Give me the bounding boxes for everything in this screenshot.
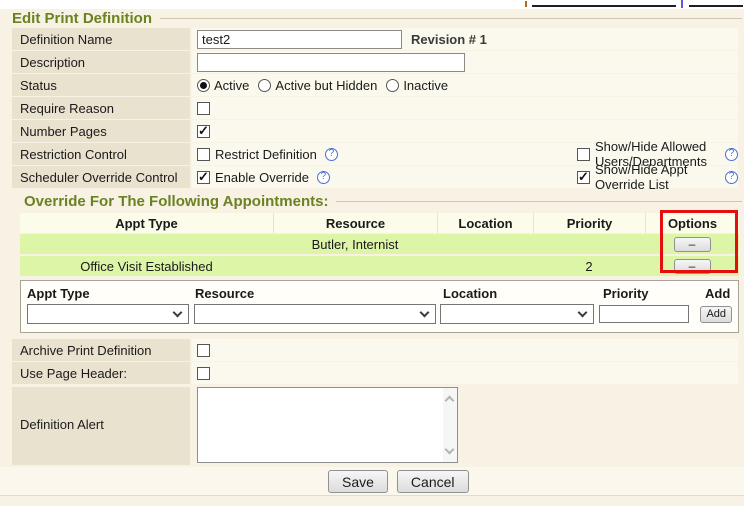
add-column-add: Add xyxy=(703,286,732,301)
add-table-controls: Add xyxy=(27,302,732,326)
status-option-label: Active but Hidden xyxy=(275,78,377,93)
cell-resource: Butler, Internist xyxy=(273,234,437,254)
status-radio-active-but-hidden[interactable] xyxy=(258,79,271,92)
cell-location xyxy=(437,234,533,254)
cut-off-link-2[interactable] xyxy=(689,5,743,7)
save-button[interactable]: Save xyxy=(328,470,388,493)
restriction-control-label: Restriction Control xyxy=(12,143,190,165)
archive-checkbox[interactable] xyxy=(197,344,210,357)
help-icon[interactable]: ? xyxy=(725,148,738,161)
description-label: Description xyxy=(12,51,190,73)
row-definition-name: Definition Name Revision # 1 xyxy=(12,28,738,50)
override-table-header: Appt Type Resource Location Priority Opt… xyxy=(20,213,739,233)
archive-label: Archive Print Definition xyxy=(12,339,190,361)
page-title-row: Edit Print Definition xyxy=(12,9,742,27)
form: Definition Name Revision # 1 Description… xyxy=(0,28,738,188)
scroll-down-icon[interactable] xyxy=(445,445,455,455)
status-option-label: Active xyxy=(214,78,249,93)
edit-print-definition-page: Edit Print Definition Definition Name Re… xyxy=(0,0,744,506)
description-input[interactable] xyxy=(197,53,465,72)
red-annotation-box xyxy=(660,210,738,273)
priority-input[interactable] xyxy=(599,305,689,323)
action-button-row: Save Cancel xyxy=(0,467,744,496)
column-header-location: Location xyxy=(437,213,533,233)
column-header-appt-type: Appt Type xyxy=(20,213,273,233)
add-column-resource: Resource xyxy=(195,286,443,301)
row-definition-alert: Definition Alert xyxy=(12,387,738,465)
definition-name-input[interactable] xyxy=(197,30,402,49)
title-rule xyxy=(160,18,742,19)
add-button[interactable]: Add xyxy=(700,306,732,323)
show-hide-appt-checkbox[interactable] xyxy=(577,171,590,184)
status-radio-inactive[interactable] xyxy=(386,79,399,92)
add-column-location: Location xyxy=(443,286,603,301)
textarea-scrollbar[interactable] xyxy=(443,388,457,462)
add-override-panel: Appt Type Resource Location Priority Add xyxy=(20,280,739,333)
help-icon[interactable]: ? xyxy=(725,171,738,184)
enable-override-checkbox[interactable] xyxy=(197,171,210,184)
definition-name-label: Definition Name xyxy=(12,28,190,50)
add-table-header: Appt Type Resource Location Priority Add xyxy=(27,284,732,302)
table-row: Butler, Internist – xyxy=(20,234,739,254)
use-page-header-checkbox[interactable] xyxy=(197,367,210,380)
enable-override-label: Enable Override xyxy=(215,170,309,185)
show-hide-appt-label: Show/Hide Appt Override List xyxy=(595,162,717,192)
cell-priority xyxy=(533,234,645,254)
title-rule xyxy=(336,201,742,202)
require-reason-label: Require Reason xyxy=(12,97,190,119)
use-page-header-label: Use Page Header: xyxy=(12,362,190,384)
definition-alert-label: Definition Alert xyxy=(12,387,190,465)
resource-select[interactable] xyxy=(194,304,436,324)
row-scheduler-override-control: Scheduler Override Control Enable Overri… xyxy=(12,166,738,188)
appt-type-select[interactable] xyxy=(27,304,189,324)
status-radio-active[interactable] xyxy=(197,79,210,92)
show-hide-users-checkbox[interactable] xyxy=(577,148,590,161)
cell-priority: 2 xyxy=(533,256,645,276)
row-use-page-header: Use Page Header: xyxy=(12,362,738,384)
page-title: Edit Print Definition xyxy=(12,10,152,27)
location-select[interactable] xyxy=(440,304,594,324)
restrict-definition-label: Restrict Definition xyxy=(215,147,317,162)
number-pages-checkbox[interactable] xyxy=(197,125,210,138)
add-column-priority: Priority xyxy=(603,286,703,301)
row-archive: Archive Print Definition xyxy=(12,339,738,361)
override-appointments-table: Appt Type Resource Location Priority Opt… xyxy=(20,213,739,276)
restrict-definition-checkbox[interactable] xyxy=(197,148,210,161)
cut-off-text-fragment xyxy=(525,1,527,7)
appointments-section-title-row: Override For The Following Appointments: xyxy=(24,192,742,211)
cell-appt-type xyxy=(20,234,273,254)
scheduler-override-label: Scheduler Override Control xyxy=(12,166,190,188)
row-status: Status Active Active but Hidden Inactive xyxy=(12,74,738,96)
column-header-resource: Resource xyxy=(273,213,437,233)
number-pages-label: Number Pages xyxy=(12,120,190,142)
row-description: Description xyxy=(12,51,738,73)
revision-label: Revision # 1 xyxy=(411,32,487,47)
row-require-reason: Require Reason xyxy=(12,97,738,119)
top-link-bar xyxy=(0,0,744,9)
cut-off-link-1[interactable] xyxy=(532,5,676,7)
help-icon[interactable]: ? xyxy=(317,171,330,184)
status-option-label: Inactive xyxy=(403,78,448,93)
require-reason-checkbox[interactable] xyxy=(197,102,210,115)
appointments-section-title: Override For The Following Appointments: xyxy=(24,193,328,210)
help-icon[interactable]: ? xyxy=(325,148,338,161)
cell-location xyxy=(437,256,533,276)
cell-appt-type: Office Visit Established xyxy=(20,256,273,276)
table-row: Office Visit Established 2 – xyxy=(20,256,739,276)
add-column-appt-type: Appt Type xyxy=(27,286,195,301)
status-label: Status xyxy=(12,74,190,96)
link-separator xyxy=(681,0,683,8)
column-header-priority: Priority xyxy=(533,213,645,233)
cell-resource xyxy=(273,256,437,276)
cancel-button[interactable]: Cancel xyxy=(397,470,469,493)
definition-alert-textarea[interactable] xyxy=(197,387,458,463)
scroll-up-icon[interactable] xyxy=(445,396,455,406)
